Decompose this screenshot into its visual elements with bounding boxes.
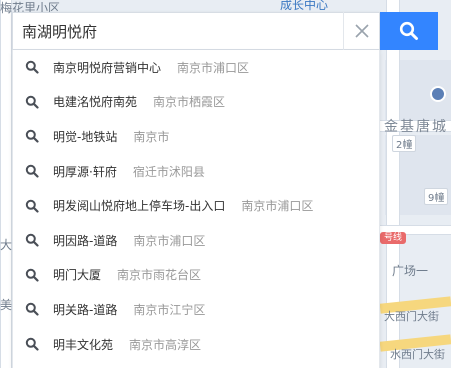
- suggestion-list: 南京明悦府营销中心 南京市浦口区 电建洺悦府南苑 南京市栖霞区 明觉-地铁站 南京市 明厚源…: [12, 50, 380, 368]
- suggestion-item[interactable]: 明厚源·轩府 宿迁市沭阳县: [13, 154, 379, 189]
- suggestion-area: 南京市雨花台区: [117, 268, 202, 283]
- search-button[interactable]: [380, 12, 438, 50]
- suggestion-name: 南京明悦府营销中心: [53, 60, 162, 75]
- close-icon: [354, 24, 369, 38]
- search-icon: [25, 234, 39, 247]
- search-input[interactable]: [13, 13, 343, 49]
- suggestion-name: 明因路-道路: [53, 233, 118, 248]
- suggestion-area: 南京市江宁区: [133, 302, 206, 317]
- suggestion-name: 明发阅山悦府地上停车场-出入口: [53, 199, 226, 214]
- suggestion-item[interactable]: 明因路-道路 南京市浦口区: [13, 223, 379, 258]
- map-label-left-mei: 美: [0, 298, 13, 312]
- map-label-street-2: 水西门大街: [390, 348, 445, 361]
- search-icon: [399, 21, 418, 40]
- search-icon: [25, 61, 39, 74]
- suggestion-item[interactable]: 明觉-地铁站 南京市: [13, 119, 379, 154]
- map-label-guangchang: 广场一: [392, 264, 429, 278]
- suggestion-name: 明丰文化苑: [53, 337, 114, 352]
- suggestion-area: 宿迁市沭阳县: [132, 164, 205, 179]
- search-icon: [25, 199, 39, 213]
- suggestion-name: 明厚源·轩府: [53, 164, 117, 179]
- map-label-building-2: 2幢: [392, 135, 417, 152]
- search-box: [12, 12, 380, 50]
- suggestion-area: 南京市高淳区: [129, 337, 202, 352]
- suggestion-name: 明关路-道路: [53, 302, 118, 317]
- suggestion-item[interactable]: 明门大厦 南京市雨花台区: [13, 258, 379, 293]
- map-label-street-1: 大西门大街: [384, 310, 439, 323]
- suggestion-item[interactable]: 电建洺悦府南苑 南京市栖霞区: [13, 85, 379, 120]
- search-icon: [25, 268, 39, 282]
- suggestion-area: 南京市栖霞区: [153, 95, 226, 110]
- suggestion-item[interactable]: 明发阅山悦府地上停车场-出入口 南京市浦口区: [13, 188, 379, 223]
- map-label-jinji: 金基唐城: [384, 119, 448, 135]
- suggestion-name: 明门大厦: [53, 268, 102, 283]
- map-label-building-9: 9幢: [424, 188, 449, 205]
- suggestion-item[interactable]: 明关路-道路 南京市江宁区: [13, 292, 379, 327]
- search-icon: [25, 95, 39, 109]
- suggestion-name: 明觉-地铁站: [53, 129, 118, 144]
- suggestion-area: 南京市: [133, 129, 170, 144]
- clear-button[interactable]: [343, 12, 379, 50]
- search-icon: [25, 337, 39, 351]
- suggestion-area: 南京市浦口区: [177, 60, 250, 75]
- map-label-left-da: 大: [0, 238, 13, 252]
- search-icon: [25, 164, 39, 178]
- poi-marker-icon[interactable]: [430, 86, 446, 102]
- suggestion-area: 南京市浦口区: [133, 233, 206, 248]
- suggestion-name: 电建洺悦府南苑: [53, 95, 138, 110]
- search-icon: [25, 130, 39, 144]
- suggestion-area: 南京市浦口区: [241, 199, 314, 214]
- search-icon: [25, 303, 39, 317]
- metro-line-badge: 号线: [380, 232, 407, 244]
- suggestion-item[interactable]: 南京明悦府营销中心 南京市浦口区: [13, 50, 379, 85]
- suggestion-item[interactable]: 明丰文化苑 南京市高淳区: [13, 327, 379, 362]
